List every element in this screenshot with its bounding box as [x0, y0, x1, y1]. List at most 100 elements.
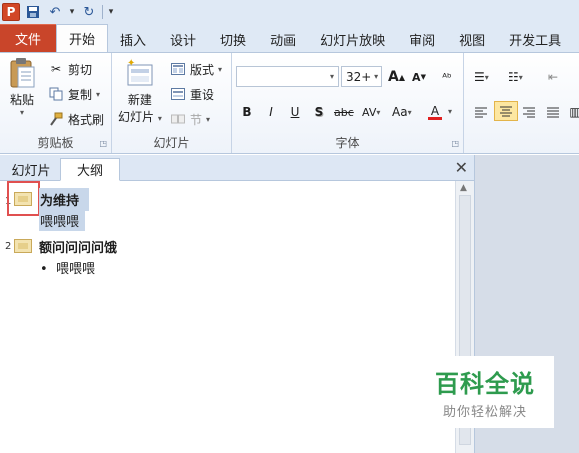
slide-title[interactable]: 为维持	[39, 188, 90, 211]
scissors-icon: ✂	[50, 62, 62, 76]
tab-design[interactable]: 设计	[158, 26, 208, 52]
undo-dropdown-icon[interactable]: ▾	[68, 7, 76, 17]
close-pane-icon[interactable]: ✕	[455, 158, 468, 177]
svg-text:✦: ✦	[127, 58, 135, 69]
scroll-up-icon[interactable]: ▲	[460, 183, 467, 193]
ribbon: 粘贴 ▾ ✂ 剪切 复制 ▾ 格式刷 剪贴板 ◳ ✦ 新建 幻灯片 ▾ 版式 ▾…	[0, 52, 579, 154]
slides-group: ✦ 新建 幻灯片 ▾ 版式 ▾ 重设 节 ▾ 幻灯片	[112, 53, 232, 153]
pane-tabs: 幻灯片 大纲 ✕	[0, 155, 474, 181]
outline-view[interactable]: 1 为维持 喂喂喂 2 额问问问问饿 • 喂喂喂	[0, 181, 455, 453]
numbering-icon[interactable]: ☷ ▾	[506, 67, 525, 87]
reset-button[interactable]: 重设	[170, 84, 214, 104]
columns-icon[interactable]: ▥	[566, 102, 579, 122]
font-size-combo[interactable]: 32+ ▾	[341, 66, 382, 87]
font-name-dropdown-icon[interactable]: ▾	[326, 72, 338, 81]
brush-icon	[48, 111, 64, 127]
grow-font-button[interactable]: A ▲	[386, 67, 407, 87]
new-slide-label-2: 幻灯片 ▾	[118, 108, 162, 125]
change-case-dropdown-icon[interactable]: ▾	[408, 108, 412, 117]
bullets-icon[interactable]: ☰ ▾	[472, 67, 491, 87]
slide-title[interactable]: 额问问问问饿	[39, 237, 117, 256]
format-painter-button[interactable]: 格式刷	[48, 109, 104, 129]
clipboard-group: 粘贴 ▾ ✂ 剪切 复制 ▾ 格式刷 剪贴板 ◳	[0, 53, 112, 153]
section-dropdown-icon[interactable]: ▾	[206, 115, 210, 124]
paste-button[interactable]: 粘贴 ▾	[6, 57, 38, 117]
char-spacing-dropdown-icon[interactable]: ▾	[376, 108, 380, 117]
copy-label: 复制	[68, 87, 93, 102]
qat-separator	[102, 5, 103, 19]
powerpoint-logo-icon[interactable]: P	[2, 3, 20, 21]
bullet-item[interactable]: • 喂喂喂	[40, 258, 95, 277]
reset-label: 重设	[190, 87, 215, 102]
copy-button[interactable]: 复制 ▾	[48, 84, 100, 104]
font-color-swatch	[428, 116, 442, 120]
layout-dropdown-icon[interactable]: ▾	[218, 65, 222, 74]
tab-transitions[interactable]: 切换	[208, 26, 258, 52]
cut-label: 剪切	[68, 62, 93, 77]
format-painter-label: 格式刷	[68, 112, 105, 127]
redo-icon[interactable]: ↻	[80, 3, 98, 21]
grow-font-label: A	[388, 69, 399, 85]
char-spacing-button[interactable]: AV ▾	[360, 102, 382, 122]
tab-view[interactable]: 视图	[447, 26, 497, 52]
new-slide-dropdown-icon[interactable]: ▾	[158, 114, 162, 123]
slide-body-text[interactable]: 喂喂喂	[39, 210, 86, 231]
clipboard-group-label: 剪贴板	[37, 136, 74, 150]
section-label: 节	[190, 112, 203, 127]
tab-insert[interactable]: 插入	[108, 26, 158, 52]
char-spacing-label: AV	[362, 105, 377, 119]
underline-button[interactable]: U	[286, 102, 304, 122]
tab-file[interactable]: 文件	[0, 24, 56, 52]
clipboard-launcher-icon[interactable]: ◳	[99, 139, 107, 148]
tab-animations[interactable]: 动画	[258, 26, 308, 52]
cut-button[interactable]: ✂ 剪切	[48, 59, 92, 79]
watermark-title: 百科全说	[435, 370, 535, 398]
quick-access-toolbar: P ↶ ▾ ↻ ▾	[0, 0, 579, 24]
section-button[interactable]: 节 ▾	[170, 109, 210, 129]
paste-label: 粘贴	[9, 93, 34, 107]
new-slide-label-2-text: 幻灯片	[118, 110, 155, 124]
justify-icon[interactable]	[544, 102, 562, 122]
change-case-label: Aa	[392, 105, 408, 119]
paragraph-group: ☰ ▾ ☷ ▾ ⇤ ▥	[464, 53, 579, 153]
font-color-dropdown-icon[interactable]: ▾	[448, 107, 452, 116]
copy-dropdown-icon[interactable]: ▾	[96, 90, 100, 99]
align-left-icon[interactable]	[472, 102, 490, 122]
new-slide-icon: ✦	[124, 57, 156, 91]
selection-box	[7, 181, 40, 216]
align-right-icon[interactable]	[520, 102, 538, 122]
shadow-button[interactable]: S	[310, 102, 328, 122]
strikethrough-button[interactable]: abc	[332, 102, 356, 122]
change-case-button[interactable]: Aa ▾	[390, 102, 414, 122]
bold-button[interactable]: B	[238, 102, 256, 122]
customize-qat-icon[interactable]: ▾	[107, 7, 115, 17]
layout-button[interactable]: 版式 ▾	[170, 59, 222, 79]
tab-review[interactable]: 审阅	[397, 26, 447, 52]
italic-button[interactable]: I	[262, 102, 280, 122]
shrink-font-button[interactable]: A ▼	[410, 67, 428, 87]
slides-group-label: 幻灯片	[153, 136, 190, 150]
tab-outline-pane[interactable]: 大纲	[60, 158, 120, 181]
tab-home[interactable]: 开始	[56, 24, 109, 52]
align-center-icon[interactable]	[494, 101, 518, 121]
tab-slideshow[interactable]: 幻灯片放映	[308, 26, 397, 52]
slide-icon[interactable]	[14, 239, 32, 253]
tab-slides-pane[interactable]: 幻灯片	[2, 158, 60, 181]
tab-developer[interactable]: 开发工具	[497, 26, 573, 52]
watermark-subtitle: 助你轻松解决	[442, 405, 527, 420]
font-size-value: 32+	[346, 69, 372, 84]
decrease-indent-icon[interactable]: ⇤	[544, 67, 562, 87]
copy-icon	[48, 86, 64, 102]
font-size-dropdown-icon[interactable]: ▾	[371, 72, 381, 81]
clear-formatting-icon[interactable]: ᴬᵇ	[438, 67, 456, 87]
font-name-combo[interactable]: ▾	[236, 66, 339, 87]
paste-icon	[6, 57, 38, 91]
undo-icon[interactable]: ↶	[46, 3, 64, 21]
reset-icon	[170, 86, 186, 102]
ribbon-tabs: 文件 开始 插入 设计 切换 动画 幻灯片放映 审阅 视图 开发工具	[0, 24, 579, 52]
font-color-button[interactable]: A	[426, 102, 444, 122]
paste-dropdown-icon[interactable]: ▾	[20, 108, 24, 117]
font-launcher-icon[interactable]: ◳	[451, 139, 459, 148]
new-slide-button[interactable]: ✦ 新建 幻灯片 ▾	[118, 57, 162, 125]
save-icon[interactable]	[24, 3, 42, 21]
